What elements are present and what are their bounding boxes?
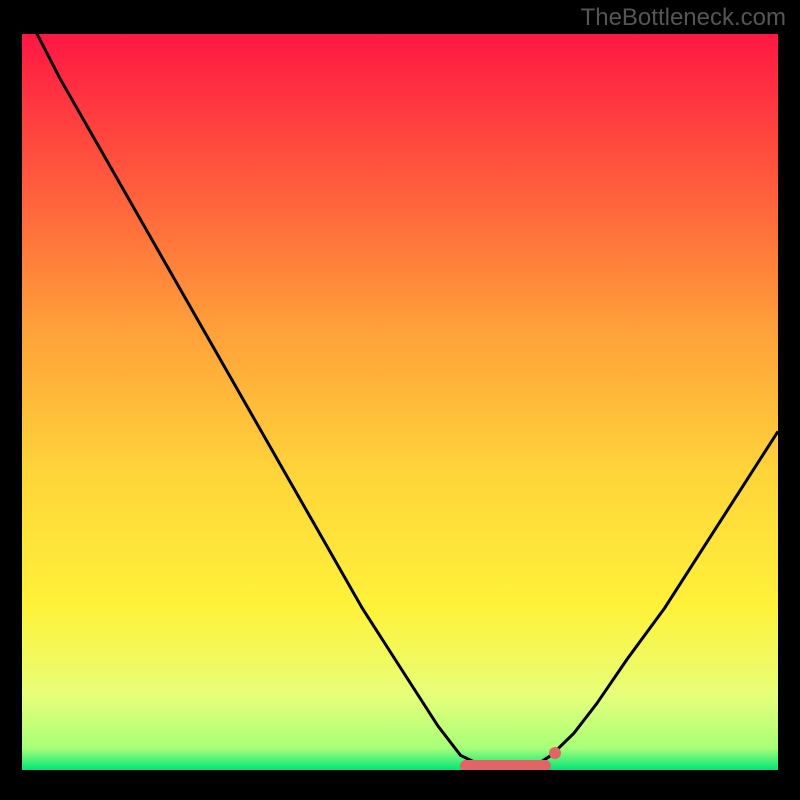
- optimal-range-highlight: [460, 760, 551, 770]
- plot-area: [22, 34, 778, 770]
- curve-overlay: [22, 34, 778, 770]
- watermark-text: TheBottleneck.com: [581, 4, 786, 32]
- bottleneck-curve: [22, 34, 778, 770]
